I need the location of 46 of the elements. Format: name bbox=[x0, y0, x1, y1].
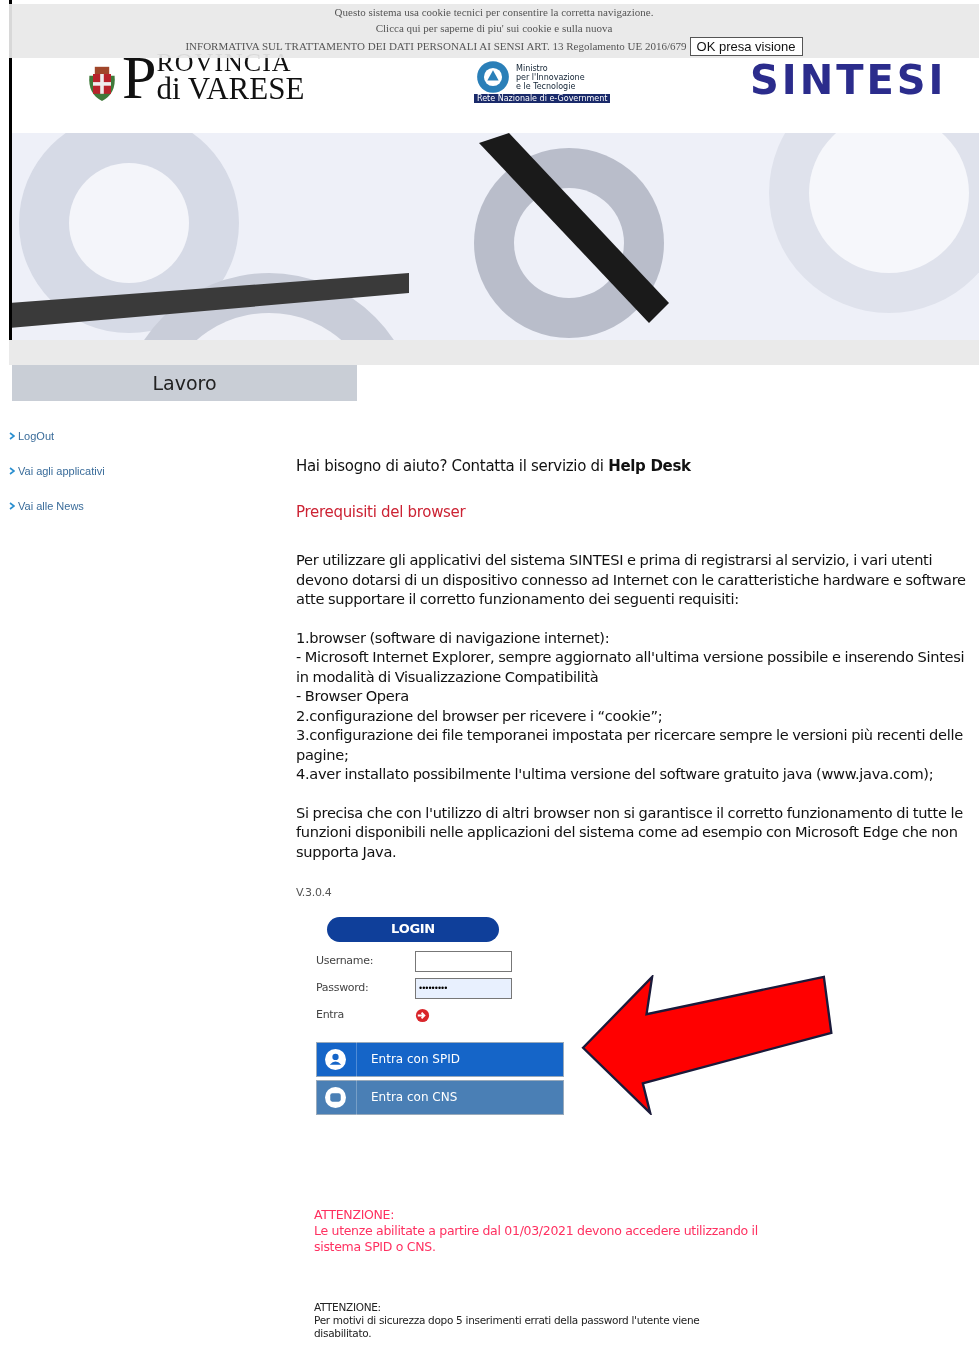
logo-text: ROVINCIA bbox=[156, 51, 292, 75]
brand-logo: SINTESI bbox=[750, 63, 947, 97]
chevron-icon bbox=[9, 501, 15, 510]
field-label: Password: bbox=[316, 980, 370, 997]
section-tab[interactable]: Lavoro bbox=[12, 365, 357, 401]
chevron-icon bbox=[9, 466, 15, 475]
enter-icon[interactable] bbox=[415, 1007, 430, 1023]
version-text: V.3.0.4 bbox=[296, 885, 333, 901]
cookie-notice-text: Clicca qui per saperne di piu' sui cookie e sulla nuova bbox=[375, 22, 613, 34]
chevron-icon bbox=[9, 431, 15, 440]
card-icon bbox=[325, 1086, 346, 1108]
cns-login-button[interactable]: Entra con CNS bbox=[316, 1079, 564, 1115]
notice-title: ATTENZIONE: bbox=[314, 1206, 396, 1223]
user-icon bbox=[325, 1048, 346, 1070]
requirement-text: - Microsoft Internet Explorer, sempre aggiornato all'ultima versione possibile e inserendo Sintesi in modalità di Visualizzazione Compatibilità bbox=[296, 647, 966, 686]
requirement-text: 1.browser (software di navigazione internet): bbox=[296, 627, 611, 647]
notice-text: Per motivi di sicurezza dopo 5 inserimenti errati della password l'utente viene disabilitato. bbox=[314, 1313, 701, 1340]
paragraph: Per utilizzare gli applicativi del sistema SINTESI e prima di registrarsi al servizio, i vari utenti devono dotarsi di un dispositivo connesso ad Internet con le caratteristiche hardware e software atte supportare il corretto funzionamento dei seguenti requisiti: bbox=[296, 550, 967, 609]
logo-band: Rete Nazionale di e-Government bbox=[474, 94, 611, 103]
requirement-text: - Browser Opera bbox=[296, 686, 410, 706]
logo-text: di VARESE bbox=[156, 75, 305, 103]
notice-text: Le utenze abilitate a partire dal 01/03/2021 devono accedere utilizzando il sistema SPID o CNS. bbox=[314, 1222, 759, 1255]
field-label: Username: bbox=[316, 953, 375, 970]
logo-text: Ministro bbox=[516, 63, 549, 73]
sidebar-link[interactable]: Vai alle News bbox=[9, 498, 296, 513]
emblem-icon bbox=[474, 60, 512, 94]
requirement-text: 4.aver installato possibilmente l'ultima versione del software gratuito java (www.java.com); bbox=[296, 764, 935, 784]
requirement-text: 2.configurazione del browser per ricevere i “cookie”; bbox=[296, 705, 664, 725]
spid-login-button[interactable]: Entra con SPID bbox=[316, 1041, 564, 1077]
cookie-notice-text: INFORMATIVA SUL TRATTAMENTO DEI DATI PERSONALI AI SENSI ART. 13 Regolamento UE 2016/679 bbox=[185, 40, 687, 52]
logo-text: e le Tecnologie bbox=[516, 81, 577, 91]
login-header: LOGIN bbox=[327, 916, 499, 942]
field-label: Entra bbox=[316, 1007, 345, 1024]
requirement-text: 3.configurazione dei file temporanei impostata per ricercare sempre le versioni più recenti delle pagine; bbox=[296, 725, 964, 764]
sidebar-link[interactable]: Vai agli applicativi bbox=[9, 463, 296, 478]
paragraph: Si precisa che con l'utilizzo di altri browser non si garantisce il corretto funzionamento di tutte le funzioni disponibili nelle applicazioni del sistema come ad esempio con Microsoft Edge che non supporta Java. bbox=[296, 802, 964, 861]
section-title: Prerequisiti del browser bbox=[296, 502, 467, 522]
logo-text: per l'Innovazione bbox=[516, 72, 585, 82]
username-field[interactable] bbox=[415, 950, 512, 972]
sidebar-link[interactable]: LogOut bbox=[9, 428, 296, 443]
logo-initial: P bbox=[122, 51, 157, 103]
notice-title: ATTENZIONE: bbox=[314, 1300, 382, 1314]
password-field[interactable]: ••••••••• bbox=[415, 977, 512, 999]
help-text: Hai bisogno di aiuto? Contatta il servizio di Help Desk bbox=[296, 457, 692, 477]
cookie-notice-text: Questo sistema usa cookie tecnici per consentire la corretta navigazione. bbox=[334, 6, 654, 18]
accept-cookies-button[interactable]: OK presa visione bbox=[689, 36, 803, 56]
